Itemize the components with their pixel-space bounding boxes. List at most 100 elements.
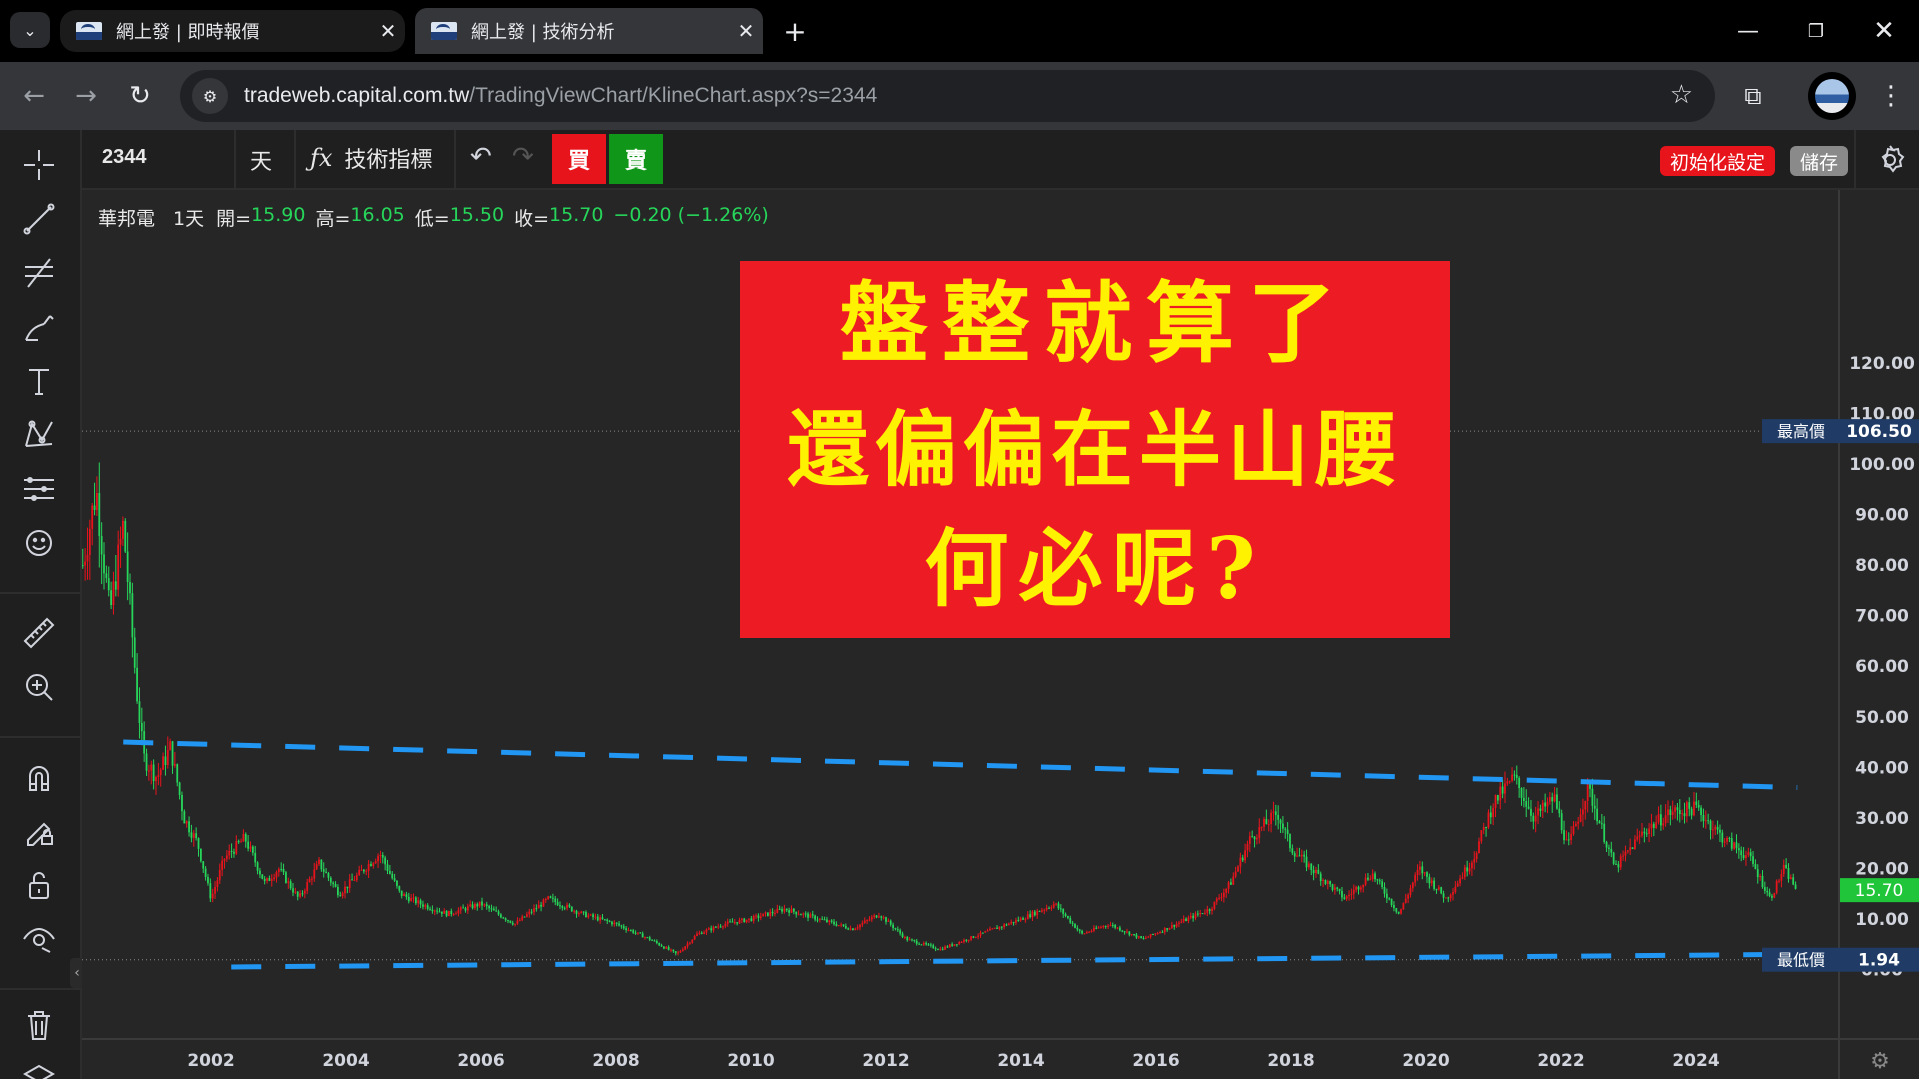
layers-icon[interactable] [18, 1058, 60, 1079]
candle-body [932, 945, 935, 949]
interval-selector[interactable]: 天 [250, 144, 272, 176]
candle-body [1530, 808, 1532, 816]
candle-body [197, 838, 200, 849]
redo-icon[interactable]: ↷ [512, 142, 534, 172]
unlock-icon[interactable] [18, 864, 60, 906]
lock-drawing-icon[interactable] [18, 810, 60, 852]
address-bar[interactable]: ⚙ tradeweb.capital.com.tw/TradingViewCha… [180, 70, 1715, 122]
candle-body [606, 919, 609, 922]
axis-settings-icon: ⚙ [1870, 1049, 1890, 1074]
reset-settings-button[interactable]: 初始化設定 [1660, 146, 1776, 176]
candle-body [1716, 826, 1719, 830]
buy-button[interactable]: 買 [552, 134, 606, 184]
browser-tab-technical[interactable]: 網上發 | 技術分析 ✕ [415, 8, 763, 54]
new-tab-button[interactable]: + [778, 14, 812, 48]
tab-search-button[interactable]: ⌄ [10, 12, 50, 48]
candle-body [840, 924, 843, 926]
undo-icon[interactable]: ↶ [470, 142, 492, 172]
bookmark-star-icon[interactable]: ☆ [1670, 80, 1693, 110]
candle-body [190, 832, 193, 838]
text-tool-icon[interactable] [18, 360, 60, 402]
candle-body [1381, 881, 1384, 888]
candle-body [1093, 927, 1095, 931]
x-tick-label: 2020 [1402, 1051, 1449, 1071]
candle-body [861, 923, 864, 925]
restore-button[interactable]: ❐ [1782, 0, 1850, 62]
forecast-tool-icon[interactable] [18, 468, 60, 510]
zoom-in-icon[interactable] [18, 666, 60, 708]
candle-body [1445, 897, 1447, 899]
candle-body [1215, 898, 1218, 902]
symbol-search[interactable]: 2344 [102, 146, 147, 169]
candle-body [1652, 823, 1655, 828]
reload-button[interactable]: ↻ [122, 78, 158, 114]
candle-body [726, 921, 729, 924]
candle-body [535, 908, 538, 910]
minimize-button[interactable]: — [1714, 0, 1782, 62]
candle-body [334, 884, 337, 887]
candle-body [653, 940, 656, 942]
extensions-icon[interactable]: ⧉ [1735, 78, 1771, 114]
candle-body [596, 916, 599, 921]
candle-body [729, 921, 731, 923]
candle-body [1518, 778, 1521, 789]
candle-body [1189, 915, 1192, 918]
candle-body [422, 904, 424, 907]
candle-body [1778, 880, 1780, 882]
trendline-tool-icon[interactable] [18, 198, 60, 240]
candle-body [1036, 910, 1039, 916]
candle-body [776, 908, 779, 914]
forward-button[interactable]: → [68, 78, 104, 114]
candle-body [502, 917, 505, 919]
emoji-icon[interactable] [18, 522, 60, 564]
gear-icon[interactable] [1872, 142, 1908, 178]
candle-body [388, 870, 391, 874]
candle-body [852, 928, 854, 931]
candle-body [561, 906, 564, 908]
candle-body [457, 910, 460, 914]
candle-body [537, 904, 540, 909]
candle-body [781, 909, 783, 912]
candle-body [1045, 907, 1048, 910]
candle-body [1043, 909, 1046, 911]
url-text[interactable]: tradeweb.capital.com.tw/TradingViewChart… [244, 84, 877, 108]
price-chart[interactable]: 0.0010.0020.0030.0040.0050.0060.0070.008… [82, 190, 1919, 1079]
back-button[interactable]: ← [16, 78, 52, 114]
candle-body [1199, 913, 1202, 915]
candle-body [585, 911, 587, 918]
candle-body [670, 949, 672, 951]
visibility-icon[interactable] [18, 918, 60, 960]
candle-body [1104, 925, 1107, 927]
candle-body [126, 551, 129, 582]
trash-icon[interactable] [18, 1004, 60, 1046]
close-icon[interactable]: ✕ [729, 19, 763, 43]
candle-body [913, 939, 916, 941]
indicators-button[interactable]: ƒx 技術指標 [310, 142, 432, 174]
close-icon[interactable]: ✕ [371, 19, 405, 43]
magnet-icon[interactable] [18, 756, 60, 798]
candle-body [1147, 936, 1150, 938]
crosshair-icon[interactable] [18, 144, 60, 186]
candle-body [707, 928, 710, 930]
browser-menu-icon[interactable]: ⋮ [1876, 78, 1906, 114]
candle-body [977, 935, 980, 937]
sell-button[interactable]: 賣 [609, 134, 663, 184]
profile-avatar[interactable] [1808, 72, 1856, 120]
window-close-button[interactable]: ✕ [1850, 0, 1918, 62]
candle-body [1411, 882, 1414, 889]
candle-body [1241, 857, 1244, 861]
brush-tool-icon[interactable] [18, 306, 60, 348]
candle-body [1005, 924, 1008, 926]
save-button[interactable]: 儲存 [1790, 146, 1849, 176]
candle-body [254, 852, 257, 863]
candle-body [981, 932, 984, 934]
ruler-icon[interactable] [18, 612, 60, 654]
candle-body [1074, 923, 1076, 928]
candle-body [1733, 842, 1736, 849]
candle-body [481, 901, 483, 906]
browser-tab-quotes[interactable]: 網上發 | 即時報價 ✕ [60, 10, 405, 52]
candle-body [1664, 815, 1667, 824]
pattern-tool-icon[interactable] [18, 414, 60, 456]
site-info-icon[interactable]: ⚙ [192, 78, 228, 114]
fibonacci-tool-icon[interactable] [18, 252, 60, 294]
